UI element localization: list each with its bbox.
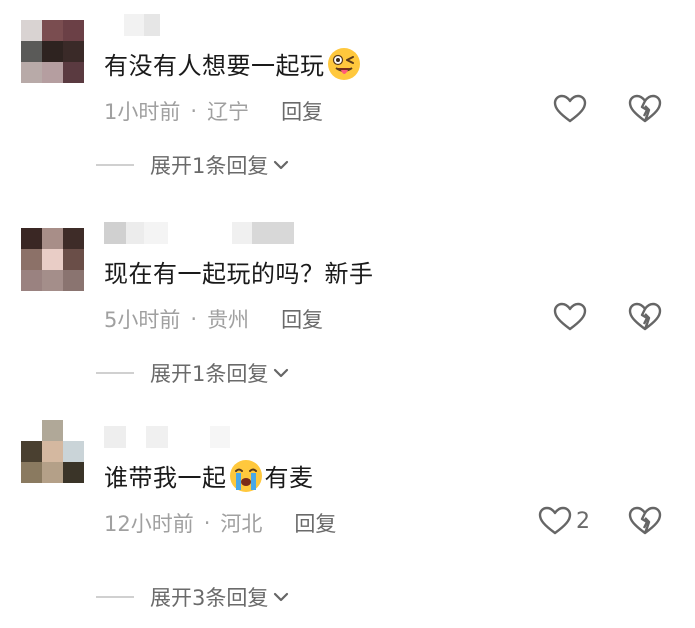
comment-text-part: 有麦 <box>264 464 314 492</box>
avatar[interactable] <box>21 420 84 483</box>
comment-meta: 1小时前 · 辽宁 回复 <box>104 96 323 126</box>
comment-text-part: 有没有人想要一起玩 <box>104 52 325 80</box>
username-blurred[interactable] <box>104 222 304 244</box>
dislike-button[interactable] <box>628 506 662 540</box>
broken-heart-icon <box>628 94 662 123</box>
location: 河北 <box>220 512 263 536</box>
reply-button[interactable]: 回复 <box>281 96 323 126</box>
like-button[interactable] <box>553 94 591 124</box>
chevron-down-icon <box>274 592 289 602</box>
heart-icon <box>538 506 572 535</box>
location: 贵州 <box>207 308 250 332</box>
crying-face-emoji-icon <box>229 459 262 492</box>
comment-meta: 5小时前 · 贵州 回复 <box>104 304 323 334</box>
separator: · <box>190 307 198 331</box>
winking-tongue-emoji-icon <box>327 47 360 80</box>
dislike-button[interactable] <box>628 302 662 336</box>
comment-meta: 12小时前 · 河北 回复 <box>104 508 336 538</box>
location: 辽宁 <box>207 100 250 124</box>
comment-item: 谁带我一起 有麦 12小时前 · 河北 回复 2 展开3条回复 <box>0 412 695 612</box>
username-blurred[interactable] <box>104 14 304 36</box>
reply-button[interactable]: 回复 <box>281 304 323 334</box>
expand-label: 展开1条回复 <box>150 362 269 386</box>
comment-text: 现在有一起玩的吗？新手 <box>104 254 374 289</box>
chevron-down-icon <box>274 160 289 170</box>
timestamp: 5小时前 <box>104 308 181 332</box>
expand-replies-button[interactable]: 展开3条回复 <box>96 582 290 612</box>
chevron-down-icon <box>274 368 289 378</box>
expand-label: 展开1条回复 <box>150 154 269 178</box>
timestamp: 1小时前 <box>104 100 181 124</box>
heart-icon <box>553 302 587 331</box>
divider <box>96 372 134 374</box>
divider <box>96 596 134 598</box>
avatar[interactable] <box>21 228 84 291</box>
like-count: 2 <box>576 508 590 534</box>
expand-label: 展开3条回复 <box>150 586 269 610</box>
broken-heart-icon <box>628 506 662 535</box>
comment-text: 有没有人想要一起玩 <box>104 46 363 81</box>
separator: · <box>203 511 211 535</box>
comment-item: 有没有人想要一起玩 1小时前 · 辽宁 回复 展开1条回复 <box>0 0 695 200</box>
expand-replies-button[interactable]: 展开1条回复 <box>96 358 290 388</box>
heart-icon <box>553 94 587 123</box>
timestamp: 12小时前 <box>104 512 194 536</box>
comment-text: 谁带我一起 有麦 <box>104 458 314 493</box>
comment-text-part: 现在有一起玩的吗？新手 <box>104 260 374 288</box>
dislike-button[interactable] <box>628 94 662 128</box>
divider <box>96 164 134 166</box>
separator: · <box>190 99 198 123</box>
avatar[interactable] <box>21 20 84 83</box>
like-button[interactable]: 2 <box>538 506 590 536</box>
reply-button[interactable]: 回复 <box>294 508 336 538</box>
like-button[interactable] <box>553 302 591 332</box>
broken-heart-icon <box>628 302 662 331</box>
expand-replies-button[interactable]: 展开1条回复 <box>96 150 290 180</box>
comment-item: 现在有一起玩的吗？新手 5小时前 · 贵州 回复 展开1条回复 <box>0 208 695 408</box>
username-blurred[interactable] <box>104 426 304 448</box>
comment-text-part: 谁带我一起 <box>104 464 227 492</box>
